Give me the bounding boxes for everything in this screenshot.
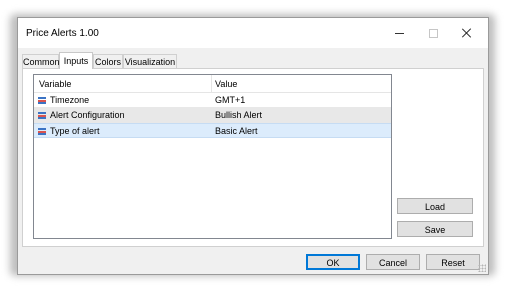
input-variable-icon	[38, 112, 46, 119]
tab-inputs[interactable]: Inputs	[59, 52, 93, 69]
tab-visualization[interactable]: Visualization	[123, 54, 177, 68]
tab-common[interactable]: Common	[22, 54, 60, 68]
table-row[interactable]: Timezone GMT+1	[34, 93, 391, 108]
inputs-grid[interactable]: Variable Value Timezone GMT+1 Alert Conf…	[33, 74, 392, 239]
variable-name: Timezone	[50, 95, 90, 105]
resize-grip-icon[interactable]	[478, 264, 486, 272]
dialog-window: Price Alerts 1.00 Common Inputs Colors V…	[17, 17, 489, 275]
minimize-icon	[394, 32, 404, 34]
variable-name: Type of alert	[50, 126, 100, 136]
table-row[interactable]: Type of alert Basic Alert	[34, 123, 391, 138]
column-separator[interactable]	[211, 75, 212, 92]
column-header-value[interactable]: Value	[215, 79, 237, 89]
ok-button[interactable]: OK	[306, 254, 360, 270]
load-button[interactable]: Load	[397, 198, 473, 214]
title-bar[interactable]: Price Alerts 1.00	[18, 18, 488, 48]
close-button[interactable]	[450, 18, 484, 48]
save-button[interactable]: Save	[397, 221, 473, 237]
window-title: Price Alerts 1.00	[26, 28, 99, 39]
variable-value[interactable]: Basic Alert	[215, 126, 258, 136]
minimize-button[interactable]	[382, 18, 416, 48]
variable-value[interactable]: Bullish Alert	[215, 110, 262, 120]
reset-button[interactable]: Reset	[426, 254, 480, 270]
table-row[interactable]: Alert Configuration Bullish Alert	[34, 108, 391, 123]
tab-colors[interactable]: Colors	[93, 54, 123, 68]
grid-header: Variable Value	[34, 75, 391, 93]
close-icon	[462, 28, 472, 38]
input-variable-icon	[38, 97, 46, 104]
maximize-button[interactable]	[416, 18, 450, 48]
maximize-icon	[428, 28, 438, 38]
variable-name: Alert Configuration	[50, 110, 125, 120]
variable-value[interactable]: GMT+1	[215, 95, 245, 105]
inputs-panel: Variable Value Timezone GMT+1 Alert Conf…	[22, 68, 484, 247]
cancel-button[interactable]: Cancel	[366, 254, 420, 270]
input-variable-icon	[38, 128, 46, 135]
column-header-variable[interactable]: Variable	[39, 79, 71, 89]
